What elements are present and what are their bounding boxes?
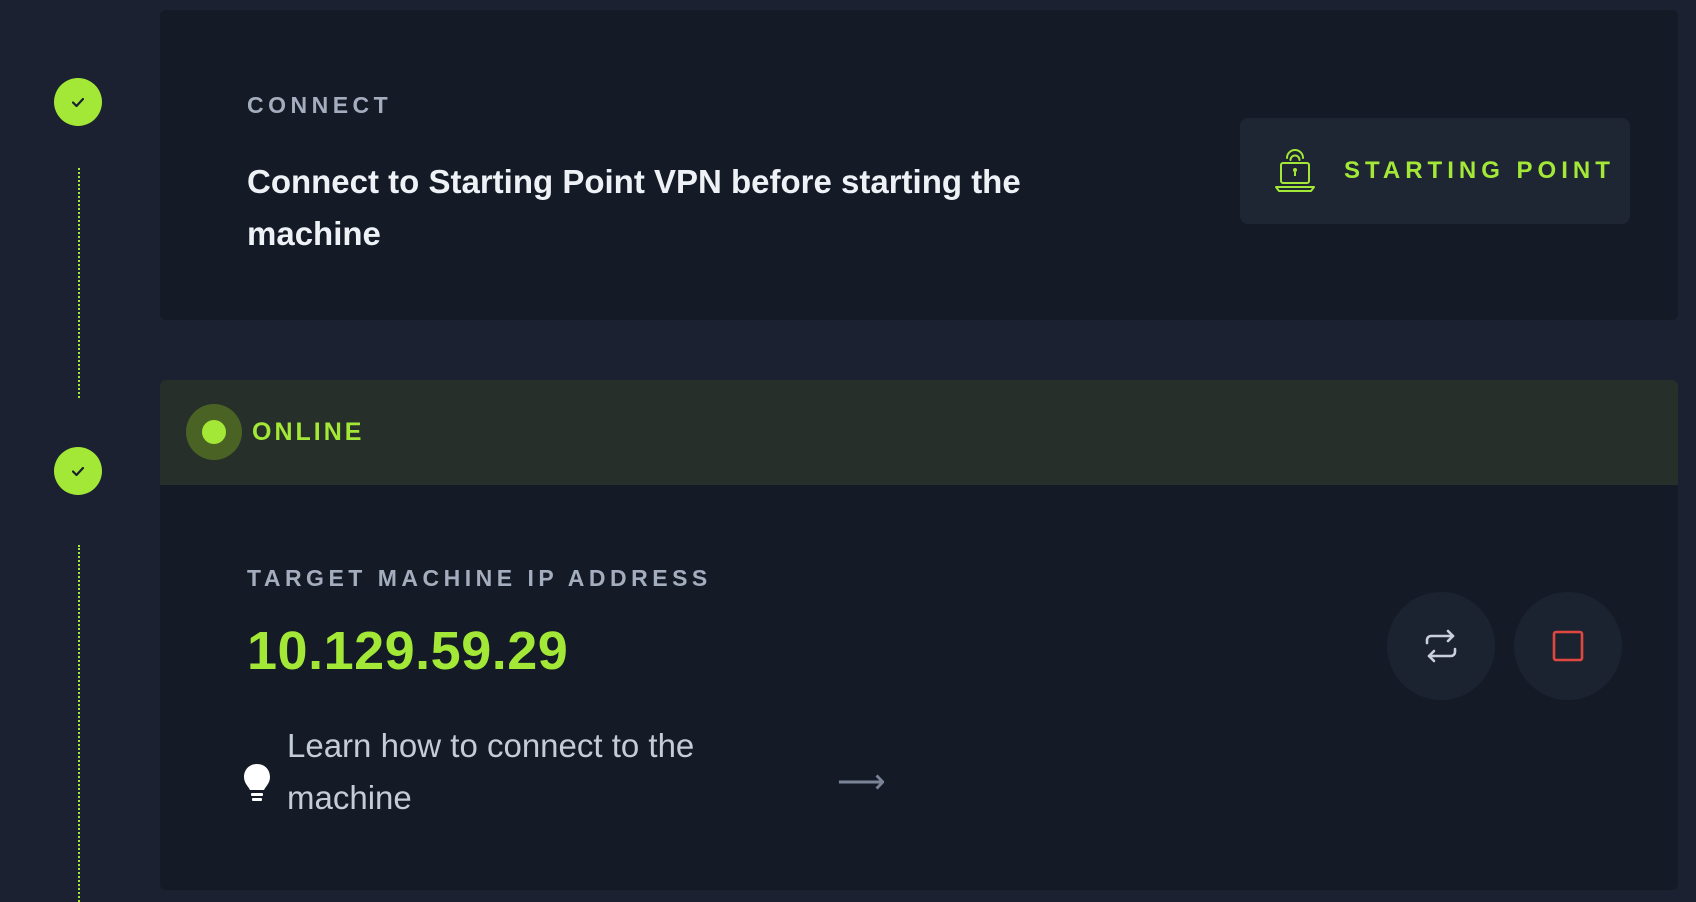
check-icon [71,466,85,477]
starting-point-vpn-button[interactable]: STARTING POINT [1240,118,1630,224]
learn-connect-text: Learn how to connect to the machine [287,727,695,816]
reset-machine-button[interactable] [1387,592,1495,700]
target-machine-card: ONLINE TARGET MACHINE IP ADDRESS 10.129.… [160,380,1678,890]
connect-card: CONNECT Connect to Starting Point VPN be… [160,10,1678,320]
check-icon [71,97,85,108]
timeline-connector [78,545,80,902]
machine-panel: CONNECT Connect to Starting Point VPN be… [0,0,1696,902]
target-ip-address[interactable]: 10.129.59.29 [247,620,568,682]
timeline-connector [78,168,80,398]
ip-address-heading: TARGET MACHINE IP ADDRESS [247,565,712,591]
online-indicator-icon [186,404,242,460]
vpn-laptop-icon [1275,149,1315,192]
reset-arrows-icon [1425,629,1457,663]
lightbulb-icon [244,764,270,801]
step-complete-check-icon [54,78,102,126]
step-complete-check-icon [54,447,102,495]
connect-description: Connect to Starting Point VPN before sta… [247,163,1021,252]
stop-square-icon [1552,630,1584,662]
connect-heading: CONNECT [247,92,393,118]
online-status-label: ONLINE [252,418,365,446]
arrow-right-icon: ⟶ [837,763,886,801]
starting-point-button-label: STARTING POINT [1344,157,1615,184]
online-status-bar: ONLINE [160,380,1678,485]
learn-connect-link[interactable]: Learn how to connect to the machine ⟶ [242,720,942,840]
stop-machine-button[interactable] [1514,592,1622,700]
